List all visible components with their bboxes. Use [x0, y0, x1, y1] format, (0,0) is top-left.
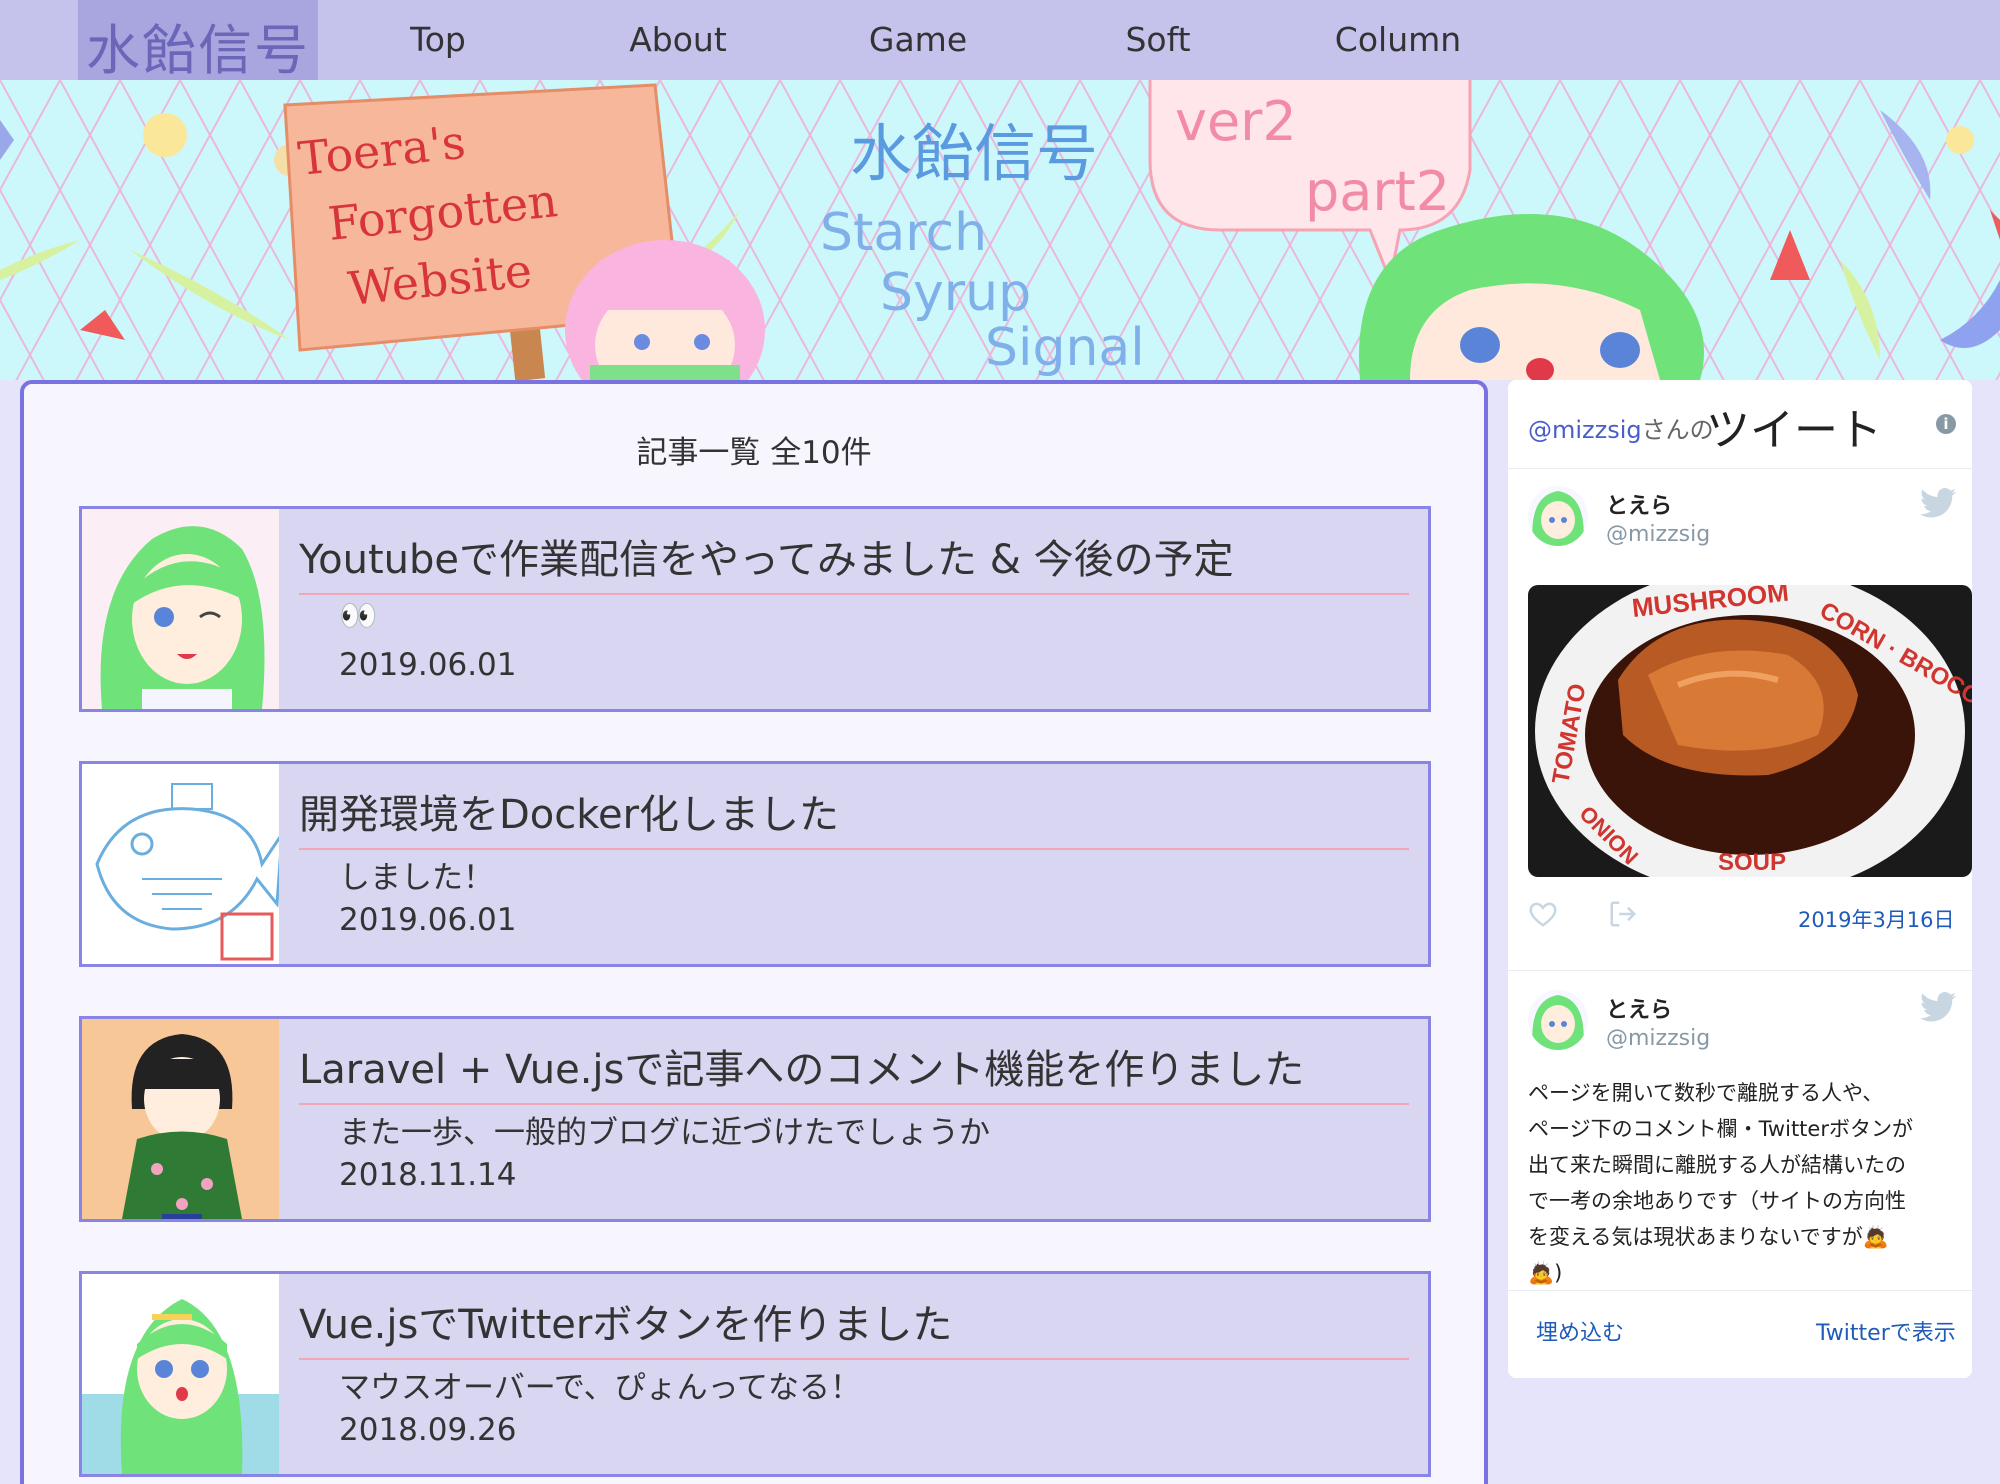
article-card[interactable]: Vue.jsでTwitterボタンを作りました マウスオーバーで、ぴょんってなる…	[79, 1271, 1431, 1477]
nav-item-game[interactable]: Game	[828, 0, 1008, 80]
timeline-heading: ツイート	[1706, 405, 1882, 456]
article-thumbnail	[82, 1274, 279, 1474]
plate-text-bottom: SOUP	[1718, 849, 1786, 876]
tweet-author-name[interactable]: とえら	[1606, 992, 1672, 1024]
article-description: また一歩、一般的ブログに近づけたでしょうか	[339, 1115, 990, 1151]
article-card[interactable]: Laravel + Vue.jsで記事へのコメント機能を作りました また一歩、一…	[79, 1016, 1431, 1222]
site-logo-text: 水飴信号	[86, 19, 310, 82]
tweet-text-line: で一考の余地ありです（サイトの方向性	[1528, 1189, 1906, 1213]
banner-title-jp: 水飴信号	[850, 117, 1098, 190]
tweet-author-name[interactable]: とえら	[1606, 488, 1672, 520]
article-description: マウスオーバーで、ぴょんってなる！	[339, 1370, 862, 1406]
article-card[interactable]: Youtubeで作業配信をやってみました & 今後の予定 👀 2019.06.0…	[79, 506, 1431, 712]
tweet-text-line: 🙇)	[1528, 1261, 1563, 1285]
nav-item-soft[interactable]: Soft	[1068, 0, 1248, 80]
avatar[interactable]	[1528, 486, 1588, 546]
bubble-ver: ver2	[1175, 90, 1297, 153]
article-card[interactable]: 開発環境をDocker化しました しました！ 2019.06.01	[79, 761, 1431, 967]
twitter-timeline: @mizzsigさんの ツイート i とえら @mizzsig MUSHROOM…	[1508, 380, 1972, 1378]
article-list-heading: 記事一覧 全10件	[636, 435, 872, 471]
site-logo[interactable]: 水飴信号	[78, 0, 318, 82]
article-date: 2018.11.14	[339, 1157, 517, 1193]
article-date: 2018.09.26	[339, 1412, 517, 1448]
nav-item-about[interactable]: About	[588, 0, 768, 80]
article-list-panel: 記事一覧 全10件 Youtubeで作業配信をやってみました & 今後の予定 👀…	[20, 380, 1488, 1484]
nav-item-column[interactable]: Column	[1308, 0, 1488, 80]
tweet-author-handle[interactable]: @mizzsig	[1606, 1026, 1710, 1051]
tweet-text-line: を変える気は現状あまりないですが🙇	[1528, 1225, 1889, 1249]
bubble-part: part2	[1305, 160, 1450, 223]
nav-item-top[interactable]: Top	[348, 0, 528, 80]
article-title: 開発環境をDocker化しました	[299, 782, 1409, 850]
info-icon[interactable]: i	[1936, 414, 1956, 434]
like-heart-icon[interactable]	[1528, 900, 1558, 928]
timeline-handle[interactable]: @mizzsigさんの	[1528, 410, 1714, 445]
share-icon[interactable]	[1608, 900, 1638, 928]
article-date: 2019.06.01	[339, 647, 517, 683]
tweet-date[interactable]: 2019年3月16日	[1798, 904, 1955, 934]
banner-title-en3: Signal	[985, 318, 1145, 378]
tweet-author-handle[interactable]: @mizzsig	[1606, 522, 1710, 547]
header-banner: Toera's Forgotten Website 水飴信号 Starch Sy…	[0, 80, 2000, 380]
article-description: しました！	[339, 860, 494, 896]
twitter-bird-icon[interactable]	[1920, 488, 1956, 518]
tweet-text-line: ページを開いて数秒で離脱する人や、	[1528, 1081, 1884, 1105]
timeline-footer-divider	[1508, 1290, 1972, 1291]
banner-title-en1: Starch	[820, 203, 987, 263]
article-thumbnail	[82, 764, 279, 964]
tweet-text-line: 出て来た瞬間に離脱する人が結構いたの	[1528, 1153, 1906, 1177]
article-title: Laravel + Vue.jsで記事へのコメント機能を作りました	[299, 1037, 1409, 1105]
avatar[interactable]	[1528, 990, 1588, 1050]
article-title: Youtubeで作業配信をやってみました & 今後の予定	[299, 527, 1409, 595]
tweet-text: ページを開いて数秒で離脱する人や、 ページ下のコメント欄・Twitterボタンが…	[1528, 1075, 1968, 1291]
timeline-header: @mizzsigさんの ツイート i	[1508, 380, 1972, 469]
top-nav: 水飴信号 Top About Game Soft Column	[0, 0, 2000, 82]
banner-title-en2: Syrup	[880, 263, 1031, 323]
article-date: 2019.06.01	[339, 902, 517, 938]
embed-link[interactable]: 埋め込む	[1536, 1315, 1624, 1347]
twitter-bird-icon[interactable]	[1920, 992, 1956, 1022]
article-thumbnail	[82, 1019, 279, 1219]
tweet-text-line: ページ下のコメント欄・Twitterボタンが	[1528, 1117, 1913, 1141]
article-title: Vue.jsでTwitterボタンを作りました	[299, 1292, 1409, 1360]
tweet-divider	[1508, 970, 1972, 971]
article-description: 👀	[339, 598, 378, 634]
article-thumbnail	[82, 509, 279, 709]
tweet-photo[interactable]: MUSHROOM CORN · BROCCOLI TOMATO ONION SO…	[1528, 585, 1972, 877]
view-on-twitter-link[interactable]: Twitterで表示	[1816, 1315, 1956, 1347]
